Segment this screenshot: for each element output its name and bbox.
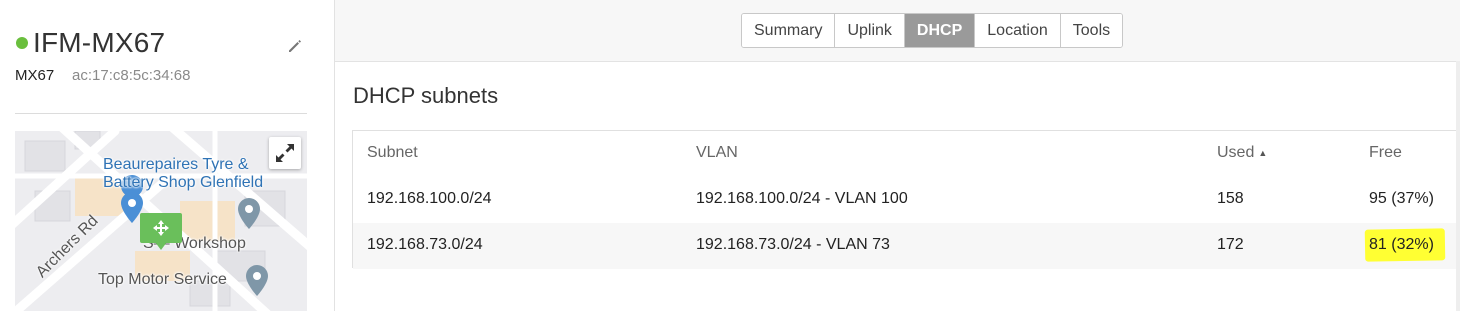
map-poi-label: Top Motor Service	[98, 271, 227, 288]
table-row[interactable]: 192.168.73.0/24 192.168.73.0/24 - VLAN 7…	[353, 223, 1460, 269]
tab-bar: Summary Uplink DHCP Location Tools	[335, 0, 1460, 62]
move-arrows-icon	[153, 220, 169, 236]
cell-used: 172	[1217, 236, 1244, 253]
tab-summary[interactable]: Summary	[742, 14, 836, 47]
section-title: DHCP subnets	[353, 83, 499, 108]
pencil-icon[interactable]	[286, 37, 304, 55]
tab-uplink[interactable]: Uplink	[835, 14, 905, 47]
device-model: MX67	[15, 67, 55, 84]
device-name: IFM-MX67	[33, 27, 166, 58]
cell-free: 95 (37%)	[1369, 190, 1434, 207]
device-mac-address: ac:17:c8:5c:34:68	[72, 67, 191, 84]
column-header-used-label: Used	[1217, 144, 1255, 161]
device-marker[interactable]	[140, 213, 182, 243]
cell-used: 158	[1217, 190, 1244, 207]
device-panel: IFM-MX67 MX67 ac:17:c8:5c:34:68 Beaurepa…	[0, 0, 334, 311]
cell-subnet: 192.168.100.0/24	[367, 190, 492, 207]
tab-group: Summary Uplink DHCP Location Tools	[741, 13, 1124, 48]
cell-subnet: 192.168.73.0/24	[367, 236, 483, 253]
column-header-free[interactable]: Free	[1369, 131, 1402, 177]
tab-location[interactable]: Location	[975, 14, 1061, 47]
tab-tools[interactable]: Tools	[1060, 14, 1123, 47]
cell-free: 81 (32%)	[1369, 236, 1434, 253]
map-poi-label: Beaurepaires Tyre &	[103, 156, 249, 173]
device-marker-pointer	[155, 242, 167, 250]
column-header-subnet[interactable]: Subnet	[367, 131, 418, 177]
status-indicator	[16, 37, 28, 49]
map-poi-label: Battery Shop Glenfield	[103, 174, 264, 191]
divider	[15, 113, 307, 114]
table-row[interactable]: 192.168.100.0/24 192.168.100.0/24 - VLAN…	[353, 177, 1460, 223]
map-expand-button[interactable]	[269, 137, 301, 169]
cell-vlan: 192.168.100.0/24 - VLAN 100	[696, 190, 908, 207]
column-header-vlan[interactable]: VLAN	[696, 131, 738, 177]
column-header-used[interactable]: Used ▲	[1217, 131, 1267, 177]
cell-vlan: 192.168.73.0/24 - VLAN 73	[696, 236, 890, 253]
expand-arrows-icon	[276, 144, 294, 162]
dhcp-subnets-table: Subnet VLAN Used ▲ Free 192.168.100.0/24 …	[352, 130, 1460, 269]
table-header-row: Subnet VLAN Used ▲ Free	[353, 131, 1460, 178]
scrollbar-track[interactable]	[1456, 61, 1460, 311]
location-map[interactable]: Beaurepaires Tyre & Battery Shop Glenfie…	[15, 131, 307, 311]
sort-ascending-icon: ▲	[1258, 148, 1268, 158]
tab-dhcp[interactable]: DHCP	[904, 14, 976, 47]
